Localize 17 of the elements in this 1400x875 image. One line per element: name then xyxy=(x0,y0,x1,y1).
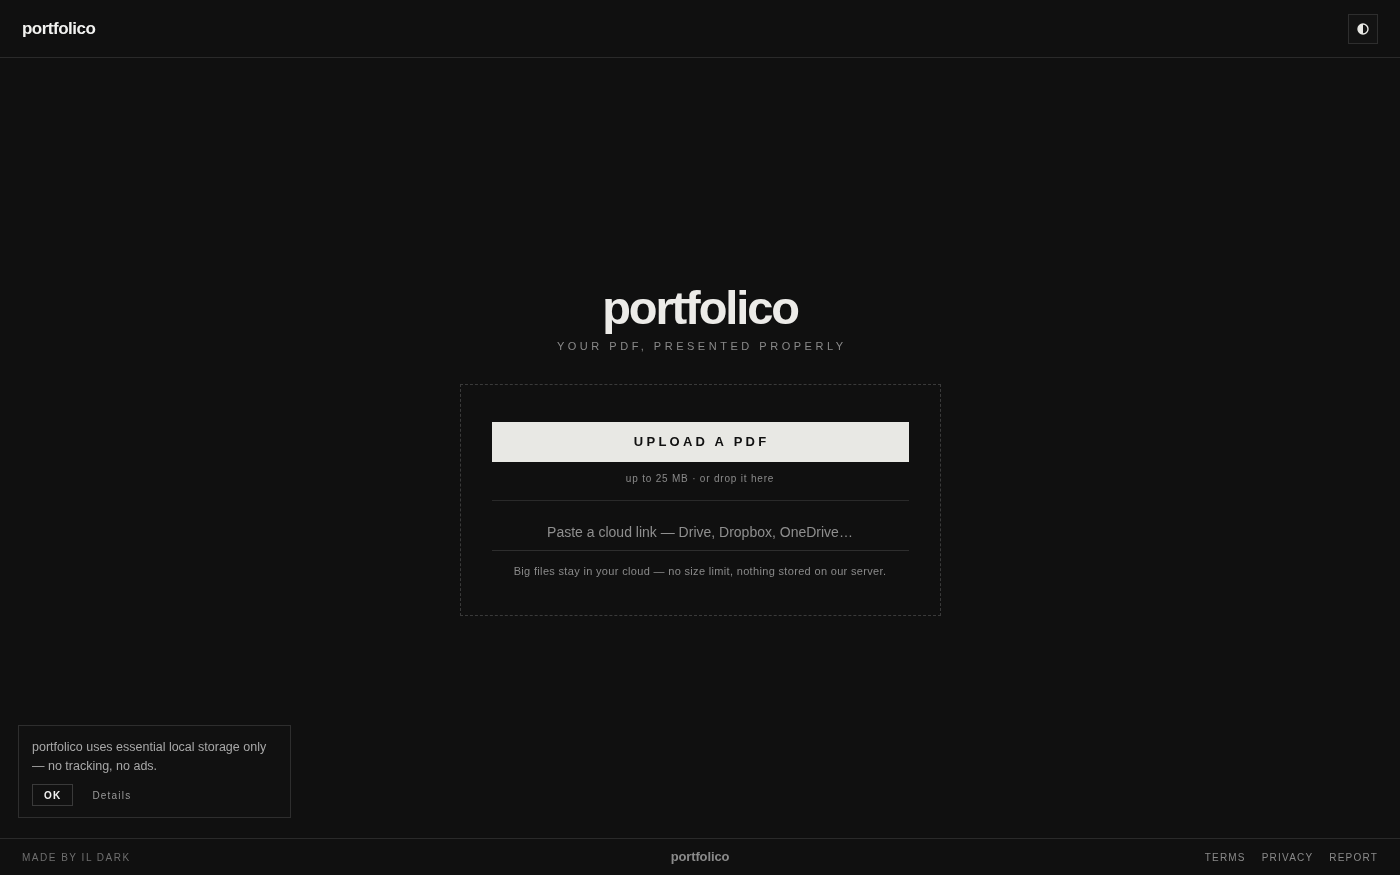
cookie-message: portfolico uses essential local storage only — no tracking, no ads. xyxy=(32,739,268,775)
footer-logo: portfolico xyxy=(670,848,730,867)
details-link[interactable]: Details xyxy=(84,784,140,806)
logo-link[interactable]: portfolico xyxy=(22,15,96,42)
credit-text: MADE BY IL DARK xyxy=(22,850,131,865)
footer-link[interactable]: REPORT xyxy=(1329,849,1378,865)
upload-hint: up to 25 MB · or drop it here xyxy=(624,471,776,486)
upload-button[interactable]: UPLOAD A PDF xyxy=(491,421,909,462)
cloud-note: Big files stay in your cloud — no size limit, nothing stored on our server. xyxy=(512,563,888,579)
hero-title: portfolico xyxy=(602,280,798,336)
ok-button[interactable]: OK xyxy=(32,784,74,806)
theme-toggle-button[interactable] xyxy=(1348,13,1378,44)
contrast-icon xyxy=(1357,22,1369,35)
footer-link[interactable]: PRIVACY xyxy=(1261,849,1314,865)
tagline: YOUR PDF, PRESENTED PROPERLY xyxy=(555,339,847,354)
cloud-link-input[interactable]: Paste a cloud link — Drive, Dropbox, OneDrive… xyxy=(491,514,909,551)
footer-link[interactable]: TERMS xyxy=(1204,849,1246,865)
